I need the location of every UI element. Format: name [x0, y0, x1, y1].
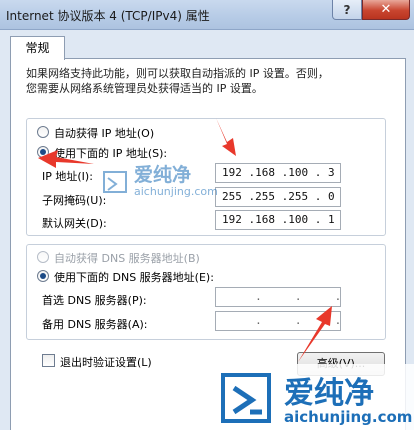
radio-auto-dns[interactable] [37, 251, 49, 263]
title-bar: Internet 协议版本 4 (TCP/IPv4) 属性 ? ✕ [0, 0, 414, 30]
red-arrow-left-icon [38, 150, 94, 168]
red-arrow-up-icon [298, 306, 332, 362]
auto-ip-label: 自动获得 IP 地址(O) [54, 127, 155, 140]
manual-dns-label: 使用下面的 DNS 服务器地址(E): [54, 271, 214, 284]
alternate-dns-label: 备用 DNS 服务器(A): [42, 318, 148, 331]
watermark-brand: 爱纯净 [134, 164, 192, 186]
validate-label: 退出时验证设置(L) [60, 356, 152, 369]
watermark-corner: 爱纯净 aichunjing.com [212, 364, 414, 430]
watermark-url: aichunjing.com [134, 185, 218, 198]
preferred-dns-label: 首选 DNS 服务器(P): [42, 294, 147, 307]
window-title: Internet 协议版本 4 (TCP/IPv4) 属性 [6, 9, 210, 23]
watermark-corner-brand: 爱纯净 [284, 376, 374, 411]
radio-auto-ip[interactable] [37, 126, 49, 138]
gateway-field[interactable]: 192 .168 .100 . 1 [215, 210, 341, 230]
intro-line-1: 如果网络支持此功能，则可以获取自动指派的 IP 设置。否则， [26, 67, 329, 80]
watermark-corner-url: aichunjing.com [284, 408, 413, 426]
auto-dns-label: 自动获得 DNS 服务器地址(B) [54, 252, 200, 265]
watermark-mid: 爱纯净 aichunjing.com [100, 160, 230, 204]
intro-line-2: 您需要从网络系统管理员处获得适当的 IP 设置。 [26, 82, 263, 95]
validate-checkbox[interactable] [42, 354, 55, 367]
watermark-logo-icon [103, 171, 127, 193]
subnet-mask-label: 子网掩码(U): [42, 194, 107, 207]
close-button[interactable]: ✕ [362, 0, 410, 20]
intro-text: 如果网络支持此功能，则可以获取自动指派的 IP 设置。否则， 您需要从网络系统管… [26, 66, 386, 96]
gateway-label: 默认网关(D): [42, 217, 107, 230]
tab-general[interactable]: 常规 [10, 36, 65, 60]
radio-manual-dns[interactable] [37, 270, 49, 282]
watermark-corner-logo-icon [221, 373, 271, 423]
red-arrow-down-icon [216, 118, 236, 156]
ip-address-field[interactable]: 192 .168 .100 . 3 [215, 163, 341, 183]
help-button[interactable]: ? [332, 0, 362, 20]
subnet-mask-field[interactable]: 255 .255 .255 . 0 [215, 187, 341, 207]
